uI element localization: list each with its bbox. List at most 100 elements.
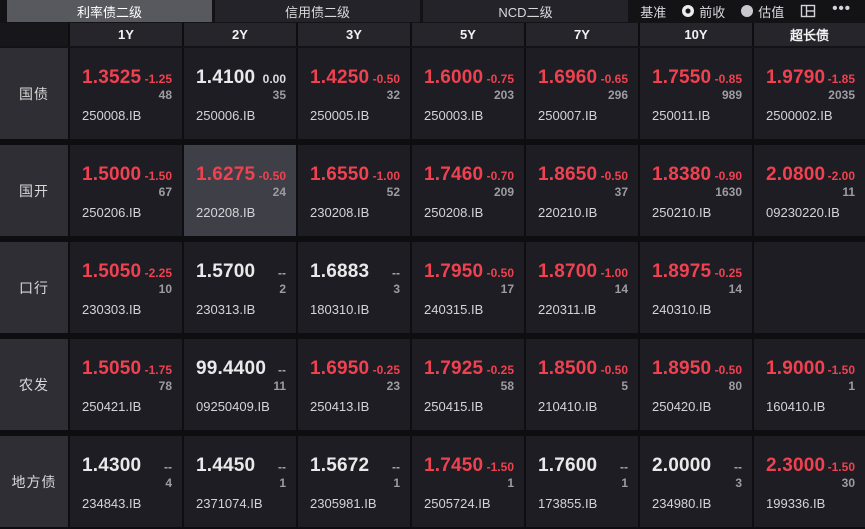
quote-cell[interactable]: 2.0800 -2.00 11 09230220.IB [754, 145, 865, 236]
quote-cell[interactable]: 1.5672 -- 1 2305981.IB [298, 436, 410, 527]
volume-value: 14 [614, 281, 628, 296]
change-value: -- [734, 459, 742, 474]
change-value: -0.25 [486, 362, 514, 377]
quote-cell[interactable]: 1.8975 -0.25 14 240310.IB [640, 242, 752, 333]
change-value: -1.85 [827, 71, 855, 86]
bond-code: 210410.IB [538, 398, 598, 414]
bond-code: 220311.IB [538, 301, 597, 317]
volume-value: 209 [493, 184, 514, 199]
bond-code: 234980.IB [652, 495, 712, 511]
quote-cell[interactable]: 1.8380 -0.90 1630 250210.IB [640, 145, 752, 236]
tab-credit-bond-secondary[interactable]: 信用债二级 [215, 0, 420, 22]
quote-cell[interactable]: 1.9790 -1.85 2035 2500002.IB [754, 48, 865, 139]
quote-cell[interactable]: 1.8500 -0.50 5 210410.IB [526, 339, 638, 430]
volume-value: 10 [158, 281, 172, 296]
row-label: 国开 [0, 145, 68, 236]
change-value: -0.50 [714, 362, 742, 377]
change-value: 0.00 [262, 71, 286, 86]
column-header-row: 1Y 2Y 3Y 5Y 7Y 10Y 超长债 [0, 23, 865, 46]
bond-code: 250005.IB [310, 107, 370, 123]
bond-code: 220208.IB [196, 204, 256, 220]
rate-value: 1.8650 [538, 163, 598, 185]
radio-prev-close[interactable]: 前收 [682, 2, 725, 21]
quote-cell[interactable]: 1.5000 -1.50 67 250206.IB [70, 145, 182, 236]
quote-cell[interactable]: 1.3525 -1.25 48 250008.IB [70, 48, 182, 139]
volume-value: 2035 [828, 87, 855, 102]
quote-cell[interactable]: 1.6000 -0.75 203 250003.IB [412, 48, 524, 139]
rate-value: 1.7550 [652, 66, 712, 88]
quote-cell[interactable]: 1.6275 -0.50 24 220208.IB [184, 145, 296, 236]
benchmark-label: 基准 [640, 4, 667, 20]
volume-value: 989 [721, 87, 742, 102]
quote-cell[interactable]: 2.3000 -1.50 30 199336.IB [754, 436, 865, 527]
quote-cell[interactable]: 1.4300 -- 4 234843.IB [70, 436, 182, 527]
change-value: -1.25 [144, 71, 172, 86]
quote-cell[interactable] [754, 242, 865, 333]
quote-cell[interactable]: 1.8700 -1.00 14 220311.IB [526, 242, 638, 333]
benchmark-controls: 基准 前收 估值 ••• [628, 0, 865, 22]
volume-value: 30 [841, 475, 855, 490]
quote-cell[interactable]: 1.6550 -1.00 52 230208.IB [298, 145, 410, 236]
quote-cell[interactable]: 1.5050 -1.75 78 250421.IB [70, 339, 182, 430]
volume-value: 2 [279, 281, 286, 296]
quote-cell[interactable]: 1.6950 -0.25 23 250413.IB [298, 339, 410, 430]
quote-cell[interactable]: 1.7450 -1.50 1 2505724.IB [412, 436, 524, 527]
bond-code: 2500002.IB [766, 107, 833, 123]
quote-cell[interactable]: 1.7950 -0.50 17 240315.IB [412, 242, 524, 333]
quote-cell[interactable]: 1.9000 -1.50 1 160410.IB [754, 339, 865, 430]
column-header: 超长债 [754, 23, 865, 46]
quote-cell[interactable]: 1.4250 -0.50 32 250005.IB [298, 48, 410, 139]
change-value: -0.50 [258, 168, 286, 183]
quote-cell[interactable]: 2.0000 -- 3 234980.IB [640, 436, 752, 527]
change-value: -- [392, 265, 400, 280]
bond-code: 234843.IB [82, 495, 142, 511]
bond-code: 160410.IB [766, 398, 826, 414]
quote-cell[interactable]: 1.5700 -- 2 230313.IB [184, 242, 296, 333]
volume-value: 1 [507, 475, 514, 490]
bond-code: 220210.IB [538, 204, 598, 220]
bond-code: 09250409.IB [196, 398, 270, 414]
quote-cell[interactable]: 1.4100 0.00 35 250006.IB [184, 48, 296, 139]
tab-ncd-secondary[interactable]: NCD二级 [423, 0, 628, 22]
bond-code: 250011.IB [652, 107, 711, 123]
quote-cell[interactable]: 1.4450 -- 1 2371074.IB [184, 436, 296, 527]
radio-selected-icon [682, 5, 695, 17]
bond-code: 180310.IB [310, 301, 370, 317]
bond-code: 09230220.IB [766, 204, 840, 220]
volume-value: 1 [393, 475, 400, 490]
quote-cell[interactable]: 1.7925 -0.25 58 250415.IB [412, 339, 524, 430]
bond-code: 250007.IB [538, 107, 598, 123]
radio-valuation[interactable]: 估值 [741, 2, 784, 21]
rate-value: 2.3000 [766, 454, 826, 476]
layout-icon[interactable] [800, 4, 816, 18]
change-value: -0.65 [600, 71, 628, 86]
quote-cell[interactable]: 1.8650 -0.50 37 220210.IB [526, 145, 638, 236]
rate-value: 1.8380 [652, 163, 712, 185]
column-header: 3Y [298, 23, 410, 46]
corner-cell [0, 23, 68, 46]
quote-cell[interactable]: 1.7460 -0.70 209 250208.IB [412, 145, 524, 236]
rate-value: 1.8700 [538, 260, 598, 282]
change-value: -- [278, 362, 286, 377]
quote-cell[interactable]: 1.8950 -0.50 80 250420.IB [640, 339, 752, 430]
more-icon[interactable]: ••• [832, 1, 851, 18]
tab-rate-bond-secondary[interactable]: 利率债二级 [7, 0, 212, 22]
quote-cell[interactable]: 1.6960 -0.65 296 250007.IB [526, 48, 638, 139]
quote-cell[interactable]: 1.7600 -- 1 173855.IB [526, 436, 638, 527]
bond-code: 250210.IB [652, 204, 712, 220]
quote-cell[interactable]: 99.4400 -- 11 09250409.IB [184, 339, 296, 430]
quote-cell[interactable]: 1.5050 -2.25 10 230303.IB [70, 242, 182, 333]
rate-value: 1.6883 [310, 260, 370, 282]
rate-value: 1.8975 [652, 260, 712, 282]
bond-code: 199336.IB [766, 495, 826, 511]
bond-code: 250413.IB [310, 398, 370, 414]
change-value: -1.50 [827, 362, 855, 377]
bond-code: 2305981.IB [310, 495, 377, 511]
change-value: -1.50 [144, 168, 172, 183]
quote-cell[interactable]: 1.7550 -0.85 989 250011.IB [640, 48, 752, 139]
quote-cell[interactable]: 1.6883 -- 3 180310.IB [298, 242, 410, 333]
tab-group: 利率债二级 信用债二级 NCD二级 [0, 0, 628, 22]
rate-value: 1.7450 [424, 454, 484, 476]
change-value: -0.50 [600, 168, 628, 183]
bond-code: 240315.IB [424, 301, 484, 317]
